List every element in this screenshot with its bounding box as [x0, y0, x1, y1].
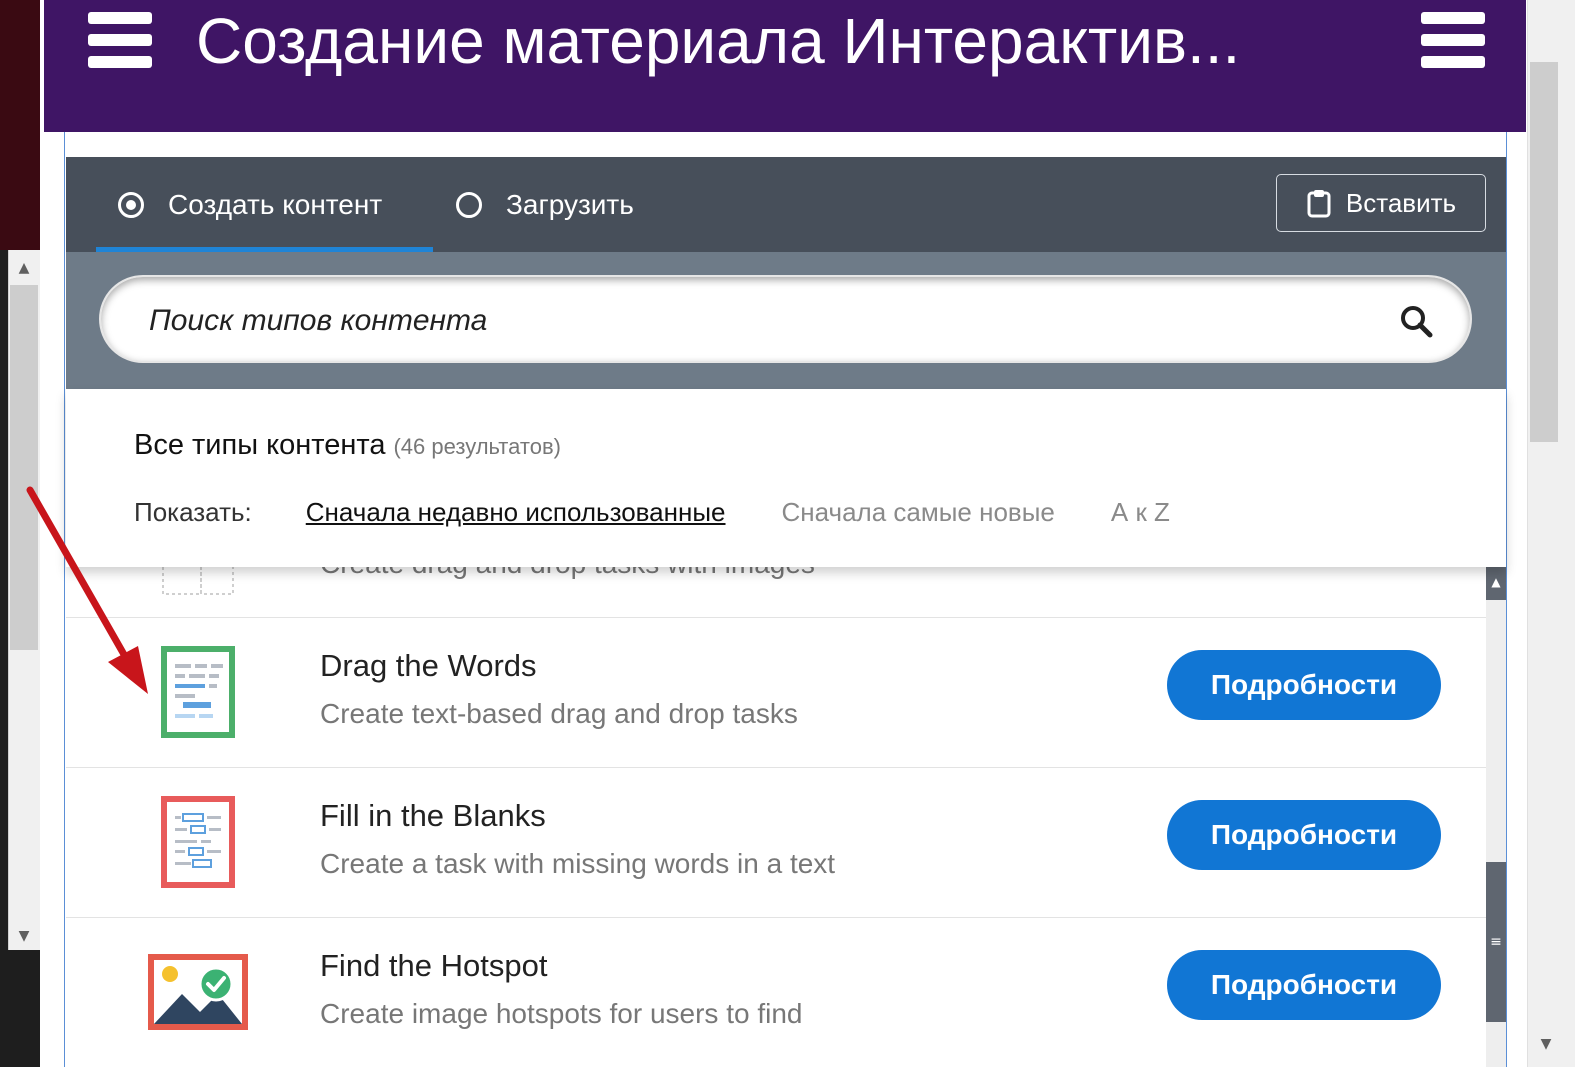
item-description: Create text-based drag and drop tasks: [320, 698, 798, 729]
results-title: Все типы контента (46 результатов): [134, 429, 561, 462]
left-scroll-down-icon[interactable]: ▼: [10, 922, 38, 950]
details-button[interactable]: Подробности: [1167, 800, 1441, 870]
tab-create-label: Создать контент: [168, 188, 383, 220]
item-description: Create image hotspots for users to find: [320, 998, 803, 1029]
content-type-search-input[interactable]: Поиск типов контента: [99, 275, 1472, 363]
sort-recent-link[interactable]: Сначала недавно использованные: [306, 497, 726, 528]
item-title: Find the Hotspot: [320, 948, 548, 983]
clipboard-icon: [1307, 190, 1331, 218]
search-placeholder: Поиск типов контента: [149, 304, 488, 337]
radio-unchecked-icon: [456, 191, 482, 218]
sort-newest-link[interactable]: Сначала самые новые: [782, 497, 1055, 528]
search-section: Поиск типов контента: [66, 252, 1506, 389]
menu-left-icon[interactable]: [88, 8, 152, 72]
results-title-text: Все типы контента: [134, 429, 386, 461]
menu-right-icon[interactable]: [1421, 8, 1485, 72]
list-item[interactable]: Drag the Words Create text-based drag an…: [66, 618, 1486, 768]
content-type-list: Create drag and drop tasks with images D…: [66, 520, 1486, 1067]
fill-in-the-blanks-icon: [161, 796, 235, 888]
paste-label: Вставить: [1345, 187, 1457, 218]
left-background-top: [0, 0, 40, 250]
hub-tabbar: Создать контент Загрузить Вставить: [66, 157, 1506, 252]
item-title: Fill in the Blanks: [320, 798, 546, 833]
list-item[interactable]: Fill in the Blanks Create a task with mi…: [66, 768, 1486, 918]
find-the-hotspot-icon: [148, 954, 248, 1030]
item-description: Create a task with missing words in a te…: [320, 848, 836, 879]
sort-options: Показать: Сначала недавно использованные…: [134, 497, 1226, 528]
left-scroll-up-icon[interactable]: ▲: [10, 254, 38, 282]
sort-az-link[interactable]: А к Z: [1111, 497, 1170, 528]
item-title: Drag the Words: [320, 648, 537, 683]
tab-upload-label: Загрузить: [506, 188, 634, 220]
details-button[interactable]: Подробности: [1167, 950, 1441, 1020]
page-scrollbar-thumb[interactable]: [1530, 62, 1558, 442]
page-scroll-down-icon[interactable]: ▼: [1532, 1030, 1560, 1058]
tab-upload[interactable]: Загрузить: [456, 157, 634, 252]
search-icon[interactable]: [1398, 303, 1434, 339]
page-title: Создание материала Интерактив...: [196, 5, 1241, 77]
list-item[interactable]: Find the Hotspot Create image hotspots f…: [66, 918, 1486, 1067]
paste-button[interactable]: Вставить: [1276, 174, 1486, 232]
annotation-arrow-icon: [26, 486, 148, 694]
page-header: Создание материала Интерактив...: [44, 0, 1526, 132]
list-scrollbar-thumb[interactable]: ≡: [1486, 862, 1506, 1022]
tab-create-content[interactable]: Создать контент: [96, 157, 433, 252]
results-header: Все типы контента (46 результатов) Показа…: [66, 389, 1506, 567]
details-button[interactable]: Подробности: [1167, 650, 1441, 720]
list-scroll-up-icon[interactable]: ▲: [1486, 567, 1506, 600]
screen: ▲ ▼ ▼ Создание материала Интерактив... С…: [0, 0, 1575, 1067]
radio-checked-icon: [118, 191, 144, 218]
results-count: (46 результатов): [393, 434, 561, 459]
